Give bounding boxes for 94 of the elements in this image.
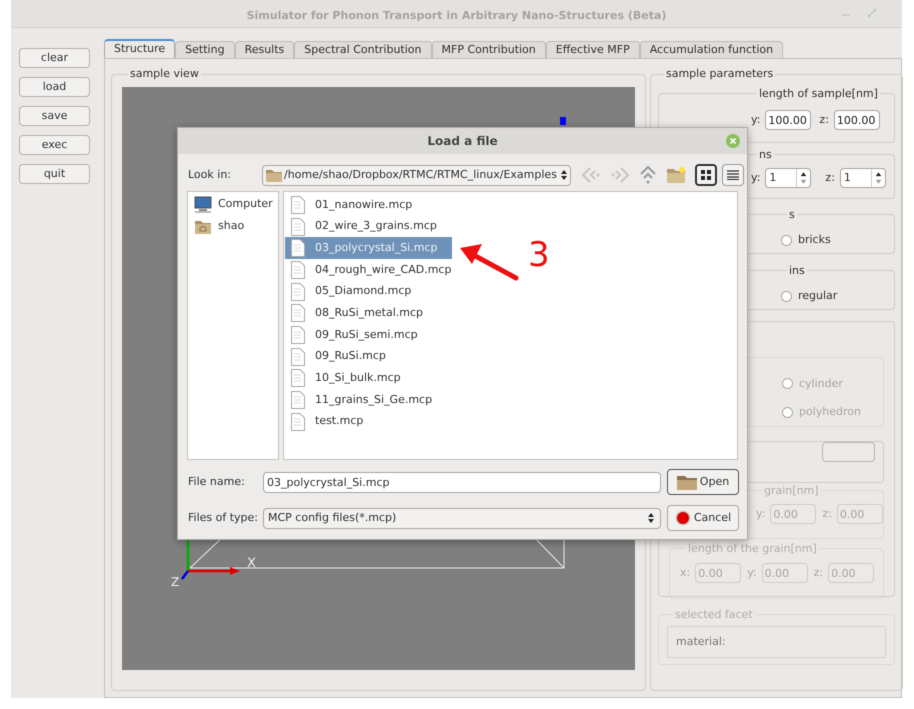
- field-label: z:: [814, 564, 824, 581]
- tab[interactable]: Effective MFP: [546, 41, 640, 58]
- file-type-label: Files of type:: [188, 510, 260, 526]
- folder-icon: [676, 474, 697, 490]
- radio-label: polyhedron: [799, 404, 861, 420]
- new-folder-icon[interactable]: [666, 166, 686, 184]
- axis-label: Z: [171, 576, 180, 588]
- axis-label: X: [247, 556, 256, 570]
- stop-icon: [674, 510, 691, 526]
- file-item[interactable]: 11_grains_Si_Ge.mcp: [285, 389, 452, 411]
- file-item[interactable]: 10_Si_bulk.mcp: [285, 368, 452, 390]
- file-item[interactable]: 09_RuSi.mcp: [285, 346, 452, 368]
- field-label: x:: [680, 564, 690, 581]
- place-item[interactable]: Computer: [218, 196, 273, 213]
- field-label: z:: [822, 506, 832, 522]
- group-title: length of sample[nm]: [758, 86, 879, 102]
- material-label: material:: [676, 634, 726, 650]
- file-item[interactable]: 04_rough_wire_CAD.mcp: [285, 259, 456, 281]
- folder-icon: [266, 168, 282, 182]
- annotation-label: 3: [528, 238, 550, 272]
- value-field[interactable]: 100.00: [765, 110, 812, 130]
- file-item[interactable]: 02_wire_3_grains.mcp: [285, 216, 452, 238]
- cancel-button[interactable]: Cancel: [667, 505, 739, 531]
- tab[interactable]: Results: [234, 41, 294, 58]
- radio-label: regular: [798, 288, 838, 304]
- file-icon: [291, 369, 305, 388]
- dialog-title: Load a file: [426, 133, 499, 150]
- tab[interactable]: Accumulation function: [640, 41, 784, 58]
- side-button[interactable]: clear: [19, 48, 90, 68]
- close-icon[interactable]: [726, 134, 740, 148]
- updown-icon: [646, 512, 656, 524]
- group-title: length of the grain[nm]: [687, 540, 818, 556]
- radio-button[interactable]: [781, 290, 792, 302]
- group-title: s: [788, 206, 796, 222]
- field-label: z:: [825, 170, 835, 186]
- file-icon: [291, 282, 305, 301]
- file-icon: [291, 196, 305, 214]
- home-folder-icon: [194, 218, 212, 234]
- field-label: y:: [747, 564, 757, 581]
- group-title: ns: [758, 146, 773, 162]
- tab[interactable]: Structure: [104, 39, 176, 58]
- icon-view-button[interactable]: [695, 164, 717, 186]
- field-label: z:: [819, 112, 829, 128]
- group-title: sample parameters: [665, 66, 774, 82]
- spin-box[interactable]: 1: [840, 168, 886, 188]
- file-icon: [291, 412, 305, 431]
- group-title: selected facet: [674, 606, 754, 622]
- radio-button[interactable]: [781, 234, 792, 246]
- computer-icon: [194, 196, 212, 214]
- value-field[interactable]: 100.00: [834, 110, 880, 130]
- open-button[interactable]: Open: [667, 469, 739, 495]
- side-button[interactable]: quit: [19, 164, 90, 184]
- radio-label: bricks: [798, 232, 831, 248]
- file-icon: [291, 239, 305, 258]
- side-button[interactable]: exec: [19, 135, 90, 155]
- file-type-combo[interactable]: MCP config files(*.mcp): [263, 508, 661, 528]
- empty-field[interactable]: [822, 442, 875, 462]
- path-combo[interactable]: /home/shao/Dropbox/RTMC/RTMC_linux/Examples: [262, 164, 571, 186]
- maximize-icon[interactable]: [868, 9, 876, 17]
- file-name-label: File name:: [188, 474, 246, 490]
- file-item[interactable]: 05_Diamond.mcp: [285, 280, 452, 302]
- path-text: /home/shao/Dropbox/RTMC/RTMC_linux/Examples: [284, 166, 557, 183]
- field-label: y:: [756, 506, 766, 522]
- group-title: sample view: [129, 66, 200, 82]
- tab[interactable]: Spectral Contribution: [294, 41, 432, 58]
- tab[interactable]: MFP Contribution: [432, 41, 546, 58]
- radio-label: cylinder: [799, 376, 843, 392]
- grid-icon: [701, 170, 711, 180]
- file-item[interactable]: test.mcp: [285, 410, 452, 433]
- place-item[interactable]: shao: [218, 218, 244, 235]
- file-item[interactable]: 08_RuSi_metal.mcp: [285, 302, 452, 324]
- tab[interactable]: Setting: [175, 41, 235, 58]
- field-label: y:: [751, 170, 760, 186]
- file-item[interactable]: 09_RuSi_semi.mcp: [285, 324, 452, 346]
- file-icon: [291, 304, 305, 322]
- file-item[interactable]: 01_nanowire.mcp: [285, 194, 452, 216]
- look-in-label: Look in:: [188, 166, 232, 183]
- file-name-field[interactable]: 03_polycrystal_Si.mcp: [263, 472, 661, 492]
- group-title: ins: [788, 262, 806, 278]
- side-button[interactable]: save: [19, 106, 90, 126]
- window-title: Simulator for Phonon Transport in Arbitrary Nano-Structures (Beta): [246, 8, 668, 24]
- spin-box[interactable]: 1: [765, 168, 812, 188]
- updown-icon: [558, 169, 569, 181]
- file-icon: [291, 391, 305, 410]
- list-view-button[interactable]: [722, 164, 744, 186]
- field-label: y:: [751, 112, 760, 128]
- side-button[interactable]: load: [19, 77, 90, 97]
- file-icon: [291, 326, 305, 344]
- list-icon: [727, 170, 739, 180]
- file-icon: [291, 260, 305, 279]
- up-icon[interactable]: [639, 165, 657, 185]
- group-title: grain[nm]: [763, 482, 820, 498]
- file-icon: [291, 218, 305, 236]
- file-icon: [291, 348, 305, 366]
